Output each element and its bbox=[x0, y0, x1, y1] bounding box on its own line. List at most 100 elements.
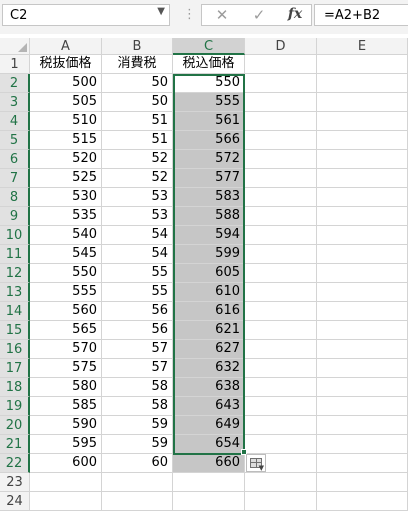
cell-b20[interactable]: 59 bbox=[102, 416, 173, 435]
cell-a11[interactable]: 545 bbox=[30, 245, 102, 264]
cell-b9[interactable]: 53 bbox=[102, 207, 173, 226]
cell-e18[interactable] bbox=[317, 378, 408, 397]
row-header[interactable]: 14 bbox=[0, 302, 30, 321]
cell-b14[interactable]: 56 bbox=[102, 302, 173, 321]
cell-e20[interactable] bbox=[317, 416, 408, 435]
cell-c14[interactable]: 616 bbox=[173, 302, 245, 321]
cell-e12[interactable] bbox=[317, 264, 408, 283]
cell-d24[interactable] bbox=[245, 492, 317, 511]
column-header-d[interactable]: D bbox=[245, 38, 317, 55]
cell-d11[interactable] bbox=[245, 245, 317, 264]
row-header[interactable]: 24 bbox=[0, 492, 30, 511]
cell-a13[interactable]: 555 bbox=[30, 283, 102, 302]
cell-b17[interactable]: 57 bbox=[102, 359, 173, 378]
cell-b10[interactable]: 54 bbox=[102, 226, 173, 245]
cell-d15[interactable] bbox=[245, 321, 317, 340]
check-icon[interactable]: ✓ bbox=[248, 6, 270, 24]
row-header[interactable]: 7 bbox=[0, 169, 30, 188]
cell-c17[interactable]: 632 bbox=[173, 359, 245, 378]
cell-b3[interactable]: 50 bbox=[102, 93, 173, 112]
cell-a17[interactable]: 575 bbox=[30, 359, 102, 378]
cell-d9[interactable] bbox=[245, 207, 317, 226]
cell-c1[interactable]: 税込価格 bbox=[173, 55, 245, 74]
cell-c22[interactable]: 660 bbox=[173, 454, 245, 473]
cell-b11[interactable]: 54 bbox=[102, 245, 173, 264]
cell-b24[interactable] bbox=[102, 492, 173, 511]
cell-b19[interactable]: 58 bbox=[102, 397, 173, 416]
cell-c3[interactable]: 555 bbox=[173, 93, 245, 112]
cell-c11[interactable]: 599 bbox=[173, 245, 245, 264]
quick-analysis-button[interactable]: ▼ bbox=[246, 454, 266, 472]
cell-e6[interactable] bbox=[317, 150, 408, 169]
row-header[interactable]: 21 bbox=[0, 435, 30, 454]
row-header[interactable]: 4 bbox=[0, 112, 30, 131]
cell-c8[interactable]: 583 bbox=[173, 188, 245, 207]
cell-a2[interactable]: 500 bbox=[30, 74, 102, 93]
cell-a10[interactable]: 540 bbox=[30, 226, 102, 245]
cell-a3[interactable]: 505 bbox=[30, 93, 102, 112]
cell-e16[interactable] bbox=[317, 340, 408, 359]
cell-e24[interactable] bbox=[317, 492, 408, 511]
cell-e2[interactable] bbox=[317, 74, 408, 93]
cell-e9[interactable] bbox=[317, 207, 408, 226]
row-header[interactable]: 6 bbox=[0, 150, 30, 169]
row-header[interactable]: 13 bbox=[0, 283, 30, 302]
cell-e14[interactable] bbox=[317, 302, 408, 321]
row-header[interactable]: 19 bbox=[0, 397, 30, 416]
cell-c20[interactable]: 649 bbox=[173, 416, 245, 435]
row-header[interactable]: 1 bbox=[0, 55, 30, 74]
row-header[interactable]: 18 bbox=[0, 378, 30, 397]
row-header[interactable]: 11 bbox=[0, 245, 30, 264]
cell-b13[interactable]: 55 bbox=[102, 283, 173, 302]
row-header[interactable]: 9 bbox=[0, 207, 30, 226]
cell-d4[interactable] bbox=[245, 112, 317, 131]
cell-b7[interactable]: 52 bbox=[102, 169, 173, 188]
row-header[interactable]: 8 bbox=[0, 188, 30, 207]
row-header[interactable]: 3 bbox=[0, 93, 30, 112]
cell-e3[interactable] bbox=[317, 93, 408, 112]
cell-d16[interactable] bbox=[245, 340, 317, 359]
cell-d18[interactable] bbox=[245, 378, 317, 397]
cell-a21[interactable]: 595 bbox=[30, 435, 102, 454]
cell-d8[interactable] bbox=[245, 188, 317, 207]
cell-c15[interactable]: 621 bbox=[173, 321, 245, 340]
cell-e10[interactable] bbox=[317, 226, 408, 245]
cell-e11[interactable] bbox=[317, 245, 408, 264]
cell-a19[interactable]: 585 bbox=[30, 397, 102, 416]
cell-b5[interactable]: 51 bbox=[102, 131, 173, 150]
row-header[interactable]: 17 bbox=[0, 359, 30, 378]
cell-e15[interactable] bbox=[317, 321, 408, 340]
column-header-b[interactable]: B bbox=[102, 38, 173, 55]
row-header[interactable]: 12 bbox=[0, 264, 30, 283]
chevron-down-icon[interactable]: ▼ bbox=[157, 6, 165, 17]
cell-b2[interactable]: 50 bbox=[102, 74, 173, 93]
cell-a20[interactable]: 590 bbox=[30, 416, 102, 435]
cell-e5[interactable] bbox=[317, 131, 408, 150]
cell-a7[interactable]: 525 bbox=[30, 169, 102, 188]
cell-c9[interactable]: 588 bbox=[173, 207, 245, 226]
cell-b15[interactable]: 56 bbox=[102, 321, 173, 340]
cell-a15[interactable]: 565 bbox=[30, 321, 102, 340]
row-header[interactable]: 5 bbox=[0, 131, 30, 150]
cell-b18[interactable]: 58 bbox=[102, 378, 173, 397]
cell-a24[interactable] bbox=[30, 492, 102, 511]
cell-d17[interactable] bbox=[245, 359, 317, 378]
select-all-button[interactable] bbox=[0, 38, 30, 55]
cell-c16[interactable]: 627 bbox=[173, 340, 245, 359]
cell-d19[interactable] bbox=[245, 397, 317, 416]
cell-d21[interactable] bbox=[245, 435, 317, 454]
cell-a4[interactable]: 510 bbox=[30, 112, 102, 131]
cell-c24[interactable] bbox=[173, 492, 245, 511]
cell-d20[interactable] bbox=[245, 416, 317, 435]
row-header[interactable]: 2 bbox=[0, 74, 30, 93]
cell-c13[interactable]: 610 bbox=[173, 283, 245, 302]
cell-b8[interactable]: 53 bbox=[102, 188, 173, 207]
cell-d2[interactable] bbox=[245, 74, 317, 93]
column-header-a[interactable]: A bbox=[30, 38, 102, 55]
cell-e1[interactable] bbox=[317, 55, 408, 74]
cell-b21[interactable]: 59 bbox=[102, 435, 173, 454]
cell-d10[interactable] bbox=[245, 226, 317, 245]
cell-d14[interactable] bbox=[245, 302, 317, 321]
row-header[interactable]: 15 bbox=[0, 321, 30, 340]
cell-d1[interactable] bbox=[245, 55, 317, 74]
